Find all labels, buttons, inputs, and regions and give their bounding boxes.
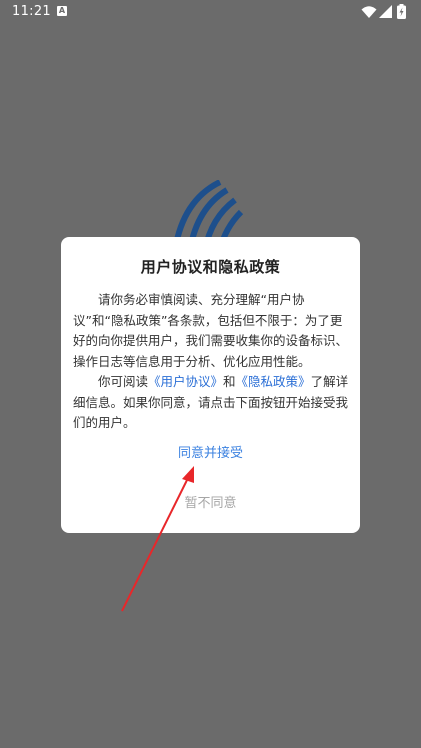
privacy-dialog: 用户协议和隐私政策 请你务必审慎阅读、充分理解“用户协议”和“隐私政策”各条款，…: [61, 237, 360, 533]
paragraph-2-prefix: 你可阅读: [98, 374, 149, 389]
dialog-title: 用户协议和隐私政策: [140, 258, 281, 276]
dialog-body: 请你务必审慎阅读、充分理解“用户协议”和“隐私政策”各条款，包括但不限于：为了更…: [73, 290, 351, 434]
paragraph-2-and: 和: [223, 374, 236, 389]
battery-icon: [397, 4, 406, 19]
wifi-icon: [361, 6, 377, 18]
dialog-paragraph-1: 请你务必审慎阅读、充分理解“用户协议”和“隐私政策”各条款，包括但不限于：为了更…: [73, 292, 349, 369]
accept-button[interactable]: 同意并接受: [61, 442, 360, 461]
privacy-policy-link[interactable]: 《隐私政策》: [236, 374, 311, 389]
status-icons: [359, 4, 409, 20]
decline-button[interactable]: 暂不同意: [61, 492, 360, 511]
status-bar: 11:21 A: [0, 0, 421, 24]
status-time: 11:21: [12, 4, 51, 19]
notification-a-icon: A: [57, 6, 67, 16]
dialog-paragraph-2: 你可阅读《用户协议》和《隐私政策》了解详细信息。如果你同意，请点击下面按钮开始接…: [73, 372, 351, 434]
signal-icon: [379, 5, 392, 18]
user-agreement-link[interactable]: 《用户协议》: [148, 374, 223, 389]
